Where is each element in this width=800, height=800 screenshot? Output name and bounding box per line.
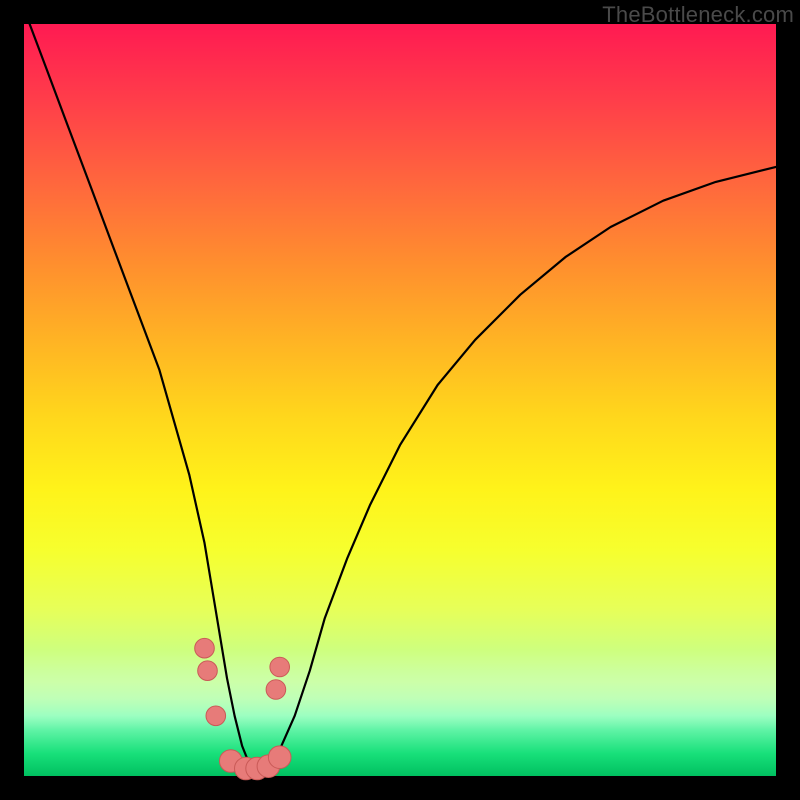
chart-gradient-background xyxy=(24,24,776,776)
chart-frame xyxy=(24,24,776,776)
